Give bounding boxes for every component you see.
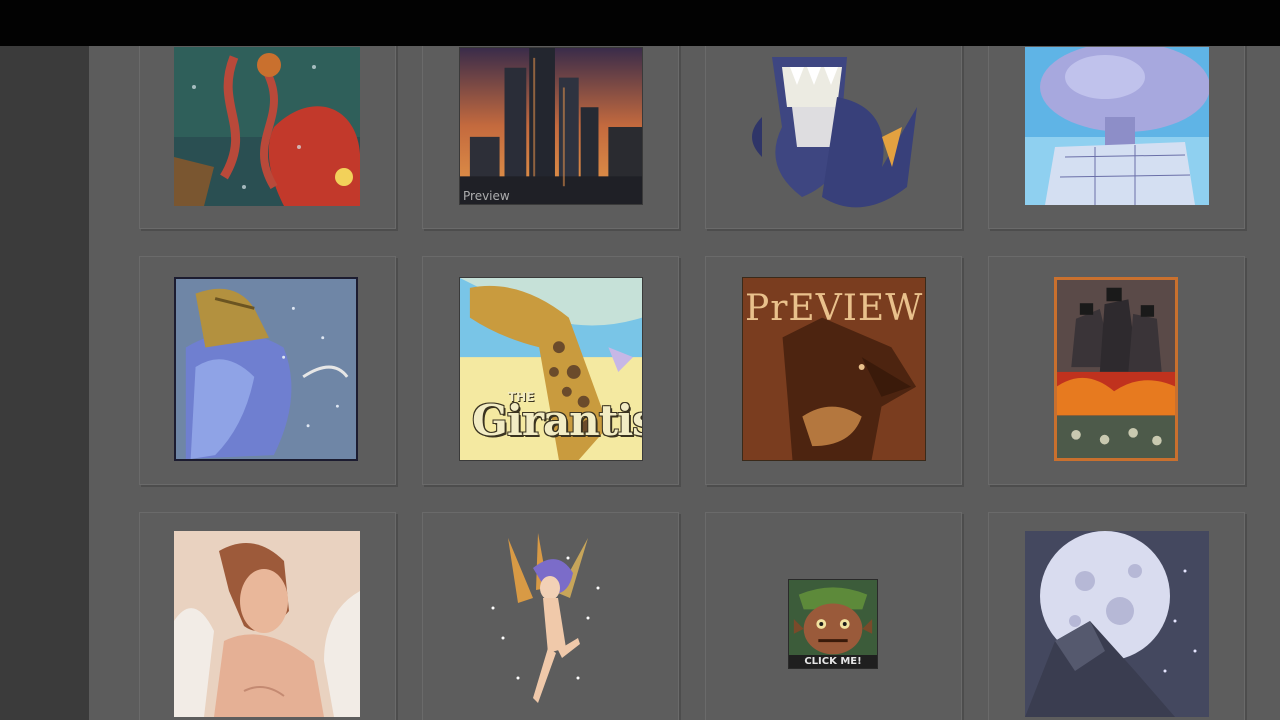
gallery-card-dark-army[interactable] — [988, 256, 1245, 485]
dark-army-artwork-icon[interactable] — [1054, 277, 1178, 461]
girantis-title-label: Girantis — [472, 396, 643, 445]
kraken-artwork-icon[interactable] — [174, 47, 360, 206]
gallery-card-shark[interactable] — [705, 46, 962, 229]
gallery-card-moon[interactable] — [988, 512, 1245, 720]
gallery-grid: Preview THE Girantis PrEVIEW CLICK ME! — [89, 46, 1280, 720]
shark-creature-artwork-icon[interactable] — [742, 47, 922, 217]
city-skyline-artwork-icon[interactable]: Preview — [459, 47, 643, 205]
moon-mountain-artwork-icon[interactable] — [1025, 531, 1209, 717]
goblin-artwork-icon[interactable]: CLICK ME! — [788, 579, 878, 669]
preview-watermark-small: Preview — [463, 189, 510, 203]
click-me-label: CLICK ME! — [789, 655, 877, 668]
gallery-card-goblin[interactable]: CLICK ME! — [705, 512, 962, 720]
gallery-card-kraken[interactable] — [139, 46, 396, 229]
gallery-card-fairy[interactable] — [422, 512, 679, 720]
gallery-card-wolf[interactable]: PrEVIEW — [705, 256, 962, 485]
gallery-card-angel[interactable] — [139, 512, 396, 720]
gallery-card-city[interactable]: Preview — [422, 46, 679, 229]
preview-watermark-large: PrEVIEW — [745, 288, 924, 329]
top-black-bar — [0, 0, 1280, 46]
gallery-card-mammoth[interactable] — [139, 256, 396, 485]
gallery-card-crystal-tree[interactable] — [988, 46, 1245, 229]
left-sidebar — [0, 46, 89, 720]
fairy-artwork-icon[interactable] — [478, 528, 618, 718]
wolf-artwork-icon[interactable]: PrEVIEW — [742, 277, 926, 461]
gallery-card-girantis[interactable]: THE Girantis — [422, 256, 679, 485]
crystal-tree-artwork-icon[interactable] — [1025, 47, 1209, 205]
giraffe-artwork-icon[interactable]: THE Girantis — [459, 277, 643, 461]
mammoth-artwork-icon[interactable] — [174, 277, 358, 461]
angel-artwork-icon[interactable] — [174, 531, 360, 717]
